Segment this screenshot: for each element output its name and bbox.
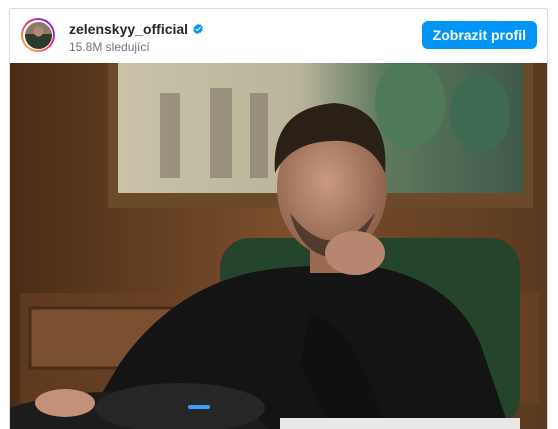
post-photo-illustration: [10, 63, 547, 429]
post-photo[interactable]: [10, 63, 547, 429]
instagram-embed-card: zelenskyy_official 15.8M sledující Zobra…: [9, 8, 548, 429]
avatar-photo: [24, 21, 52, 49]
avatar[interactable]: [21, 18, 55, 52]
verified-badge-icon: [193, 23, 203, 35]
username-row: zelenskyy_official: [69, 21, 204, 37]
post-header: zelenskyy_official 15.8M sledující Zobra…: [10, 9, 547, 63]
avatar-ring: [23, 20, 53, 50]
view-profile-button[interactable]: Zobrazit profil: [421, 21, 537, 49]
username-link[interactable]: zelenskyy_official: [69, 21, 188, 37]
followers-count: 15.8M sledující: [69, 40, 150, 54]
